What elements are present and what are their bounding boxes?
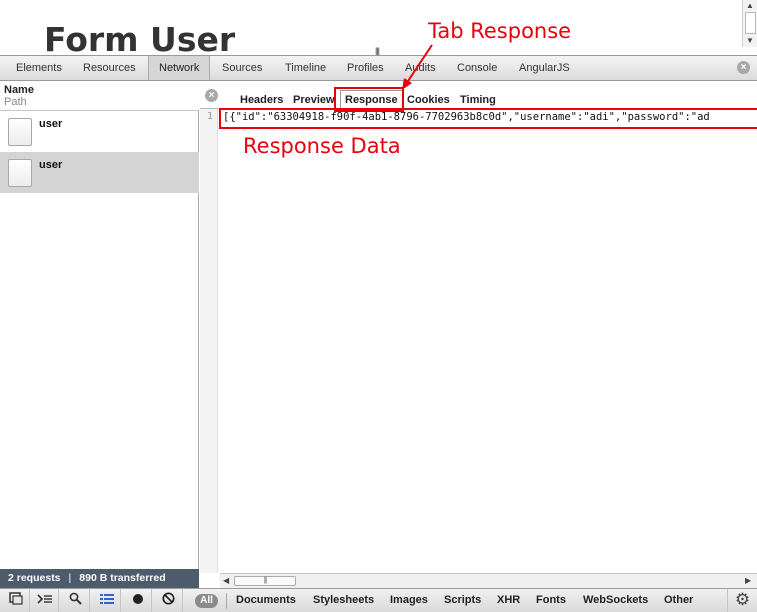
document-icon — [8, 159, 32, 187]
tab-audits[interactable]: Audits — [405, 56, 436, 80]
requests-panel: Name Path user user — [0, 82, 199, 569]
tab-profiles[interactable]: Profiles — [347, 56, 384, 80]
request-name: user — [39, 159, 63, 171]
line-gutter — [200, 109, 218, 573]
summary-separator: | — [68, 572, 72, 584]
annotation-box-response-data — [219, 108, 757, 129]
requests-summary: 2 requests | 890 B transferred — [0, 569, 199, 588]
column-path-label: Path — [4, 96, 27, 108]
filter-documents[interactable]: Documents — [236, 589, 296, 612]
page-title: Form User — [44, 20, 236, 55]
list-view-icon[interactable] — [93, 589, 121, 612]
filter-separator — [226, 593, 227, 609]
filter-websockets[interactable]: WebSockets — [583, 589, 648, 612]
filter-fonts[interactable]: Fonts — [536, 589, 566, 612]
scroll-down-icon[interactable]: ▼ — [746, 37, 754, 45]
devtools-tab-bar: Elements Resources Network Sources Timel… — [0, 55, 757, 81]
clear-icon[interactable] — [155, 589, 183, 612]
horizontal-scrollbar-thumb[interactable]: ||| — [234, 576, 296, 586]
tab-headers[interactable]: Headers — [240, 94, 283, 106]
filter-xhr[interactable]: XHR — [497, 589, 520, 612]
filter-stylesheets[interactable]: Stylesheets — [313, 589, 374, 612]
record-icon[interactable] — [124, 589, 152, 612]
scroll-left-icon[interactable]: ◀ — [223, 576, 229, 585]
detail-tab-bar: × Headers Preview Response Cookies Timin… — [200, 82, 757, 109]
annotation-response-data: Response Data — [243, 134, 401, 158]
filter-images[interactable]: Images — [390, 589, 428, 612]
tab-console[interactable]: Console — [457, 56, 497, 80]
column-name-label: Name — [4, 84, 34, 96]
tab-timeline[interactable]: Timeline — [285, 56, 326, 80]
close-detail-icon[interactable]: × — [205, 89, 218, 102]
tab-elements[interactable]: Elements — [16, 56, 62, 80]
close-devtools-icon[interactable]: × — [737, 61, 750, 74]
page-scrollbar[interactable]: ▲ ▼ — [742, 0, 757, 47]
request-count: 2 requests — [8, 572, 61, 584]
transferred-size: 890 B transferred — [79, 572, 166, 584]
search-icon[interactable] — [62, 589, 90, 612]
tab-timing[interactable]: Timing — [460, 94, 496, 106]
tab-cookies[interactable]: Cookies — [407, 94, 450, 106]
line-number: 1 — [207, 111, 214, 122]
tab-resources[interactable]: Resources — [83, 56, 136, 80]
filter-scripts[interactable]: Scripts — [444, 589, 481, 612]
filter-other[interactable]: Other — [664, 589, 693, 612]
page-scrollbar-thumb[interactable] — [745, 12, 756, 34]
bottom-toolbar: All Documents Stylesheets Images Scripts… — [0, 588, 757, 612]
document-icon — [8, 118, 32, 146]
console-drawer-icon[interactable] — [31, 589, 59, 612]
request-name: user — [39, 118, 63, 130]
request-row-selected[interactable]: user — [0, 152, 199, 193]
annotation-tab-response: Tab Response — [428, 19, 572, 43]
tab-angularjs[interactable]: AngularJS — [519, 56, 570, 80]
dock-icon[interactable] — [2, 589, 30, 612]
tab-network[interactable]: Network — [148, 56, 211, 80]
scroll-up-icon[interactable]: ▲ — [746, 2, 754, 10]
tab-sources[interactable]: Sources — [222, 56, 262, 80]
filter-all-button[interactable]: All — [195, 594, 218, 608]
gear-icon[interactable]: ⚙ — [727, 589, 757, 612]
resize-grip-icon[interactable]: ||| — [375, 47, 380, 56]
scroll-right-icon[interactable]: ▶ — [745, 576, 751, 585]
request-row[interactable]: user — [0, 111, 199, 152]
horizontal-scrollbar[interactable]: ◀ ||| ▶ — [220, 573, 757, 588]
tab-preview[interactable]: Preview — [293, 94, 335, 106]
requests-column-header[interactable]: Name Path — [0, 82, 199, 111]
